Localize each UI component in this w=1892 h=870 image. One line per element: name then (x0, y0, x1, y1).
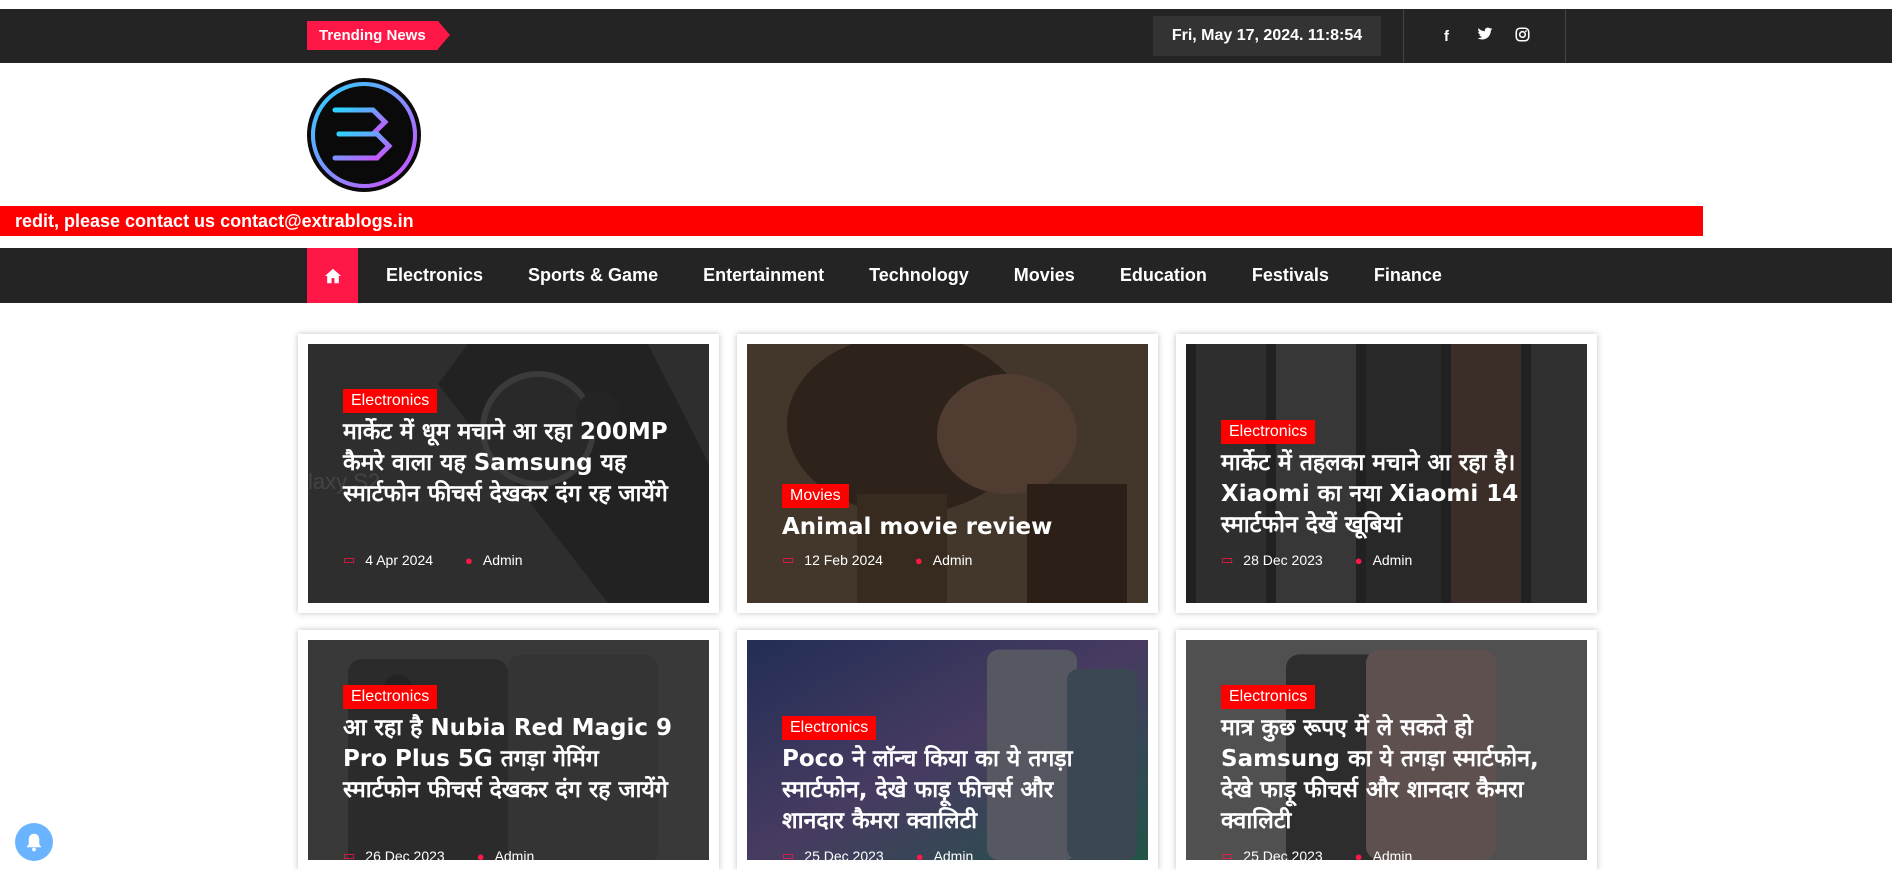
post-meta: ▭ 4 Apr 2024 ● Admin (343, 552, 523, 568)
post-thumbnail[interactable]: Electronics मात्र कुछ रूपए में ले सकते ह… (1186, 640, 1587, 860)
post-thumbnail[interactable]: laxy S2 Electronics मार्केट में धूम मचान… (308, 344, 709, 603)
calendar-icon: ▭ (343, 552, 356, 567)
post-meta: ▭ 26 Dec 2023 ● Admin (343, 848, 534, 860)
post-title[interactable]: मार्केट में तहलका मचाने आ रहा है। Xiaomi… (1221, 448, 1561, 541)
post-author[interactable]: Admin (495, 848, 535, 860)
post-meta: ▭ 12 Feb 2024 ● Admin (782, 552, 972, 568)
post-meta: ▭ 25 Dec 2023 ● Admin (1221, 848, 1412, 860)
calendar-icon: ▭ (1221, 848, 1234, 860)
post-meta: ▭ 25 Dec 2023 ● Admin (782, 848, 973, 860)
user-icon: ● (465, 552, 473, 568)
top-bar: Trending News Fri, May 17, 2024. 11:8:54… (0, 9, 1892, 63)
post-author[interactable]: Admin (483, 552, 523, 568)
post-author[interactable]: Admin (933, 552, 973, 568)
post-category-badge[interactable]: Electronics (1221, 420, 1316, 444)
post-title[interactable]: Poco ने लॉन्च किया का ये तगड़ा स्मार्टफो… (782, 744, 1122, 837)
post-date: 12 Feb 2024 (804, 552, 883, 568)
post-author[interactable]: Admin (1373, 848, 1413, 860)
nav-item-education[interactable]: Education (1120, 265, 1207, 286)
post-author[interactable]: Admin (1373, 552, 1413, 568)
post-category-badge[interactable]: Electronics (343, 389, 438, 413)
social-links: f (1403, 9, 1566, 63)
post-card[interactable]: laxy S2 Electronics मार्केट में धूम मचान… (298, 334, 719, 613)
announcement-marquee: redit, please contact us contact@extrabl… (0, 206, 1703, 236)
main-navigation: Electronics Sports & Game Entertainment … (0, 248, 1892, 303)
post-title[interactable]: Animal movie review (782, 512, 1122, 543)
facebook-icon[interactable]: f (1438, 28, 1456, 45)
nav-item-sports-game[interactable]: Sports & Game (528, 265, 658, 286)
post-thumbnail[interactable]: Electronics मार्केट में तहलका मचाने आ रह… (1186, 344, 1587, 603)
calendar-icon: ▭ (782, 848, 795, 860)
calendar-icon: ▭ (782, 552, 795, 567)
post-date: 26 Dec 2023 (365, 848, 445, 860)
nav-item-finance[interactable]: Finance (1374, 265, 1442, 286)
post-title[interactable]: मार्केट में धूम मचाने आ रहा 200MP कैमरे … (343, 417, 683, 510)
user-icon: ● (1354, 552, 1363, 568)
post-thumbnail[interactable]: Electronics आ रहा है Nubia Red Magic 9 P… (308, 640, 709, 860)
home-icon[interactable] (307, 248, 358, 303)
site-logo[interactable] (307, 78, 421, 192)
post-category-badge[interactable]: Movies (782, 484, 849, 508)
post-date: 4 Apr 2024 (365, 552, 434, 568)
instagram-icon[interactable] (1514, 26, 1532, 46)
post-title[interactable]: मात्र कुछ रूपए में ले सकते हो Samsung का… (1221, 713, 1561, 837)
post-thumbnail[interactable]: Movies Animal movie review ▭ 12 Feb 2024… (747, 344, 1148, 603)
calendar-icon: ▭ (1221, 552, 1234, 567)
nav-item-festivals[interactable]: Festivals (1252, 265, 1329, 286)
nav-item-technology[interactable]: Technology (869, 265, 969, 286)
current-datetime: Fri, May 17, 2024. 11:8:54 (1153, 16, 1381, 56)
user-icon: ● (476, 848, 485, 861)
post-category-badge[interactable]: Electronics (782, 716, 877, 740)
twitter-icon[interactable] (1476, 27, 1494, 45)
post-meta: ▭ 28 Dec 2023 ● Admin (1221, 552, 1412, 568)
post-card[interactable]: Electronics आ रहा है Nubia Red Magic 9 P… (298, 630, 719, 870)
post-card[interactable]: Movies Animal movie review ▭ 12 Feb 2024… (737, 334, 1158, 613)
user-icon: ● (1354, 848, 1363, 861)
nav-item-entertainment[interactable]: Entertainment (703, 265, 824, 286)
post-title[interactable]: आ रहा है Nubia Red Magic 9 Pro Plus 5G त… (343, 713, 683, 806)
nav-item-electronics[interactable]: Electronics (386, 265, 483, 286)
post-date: 25 Dec 2023 (1243, 848, 1323, 860)
user-icon: ● (914, 552, 923, 568)
user-icon: ● (915, 848, 924, 861)
trending-news-label[interactable]: Trending News (307, 21, 450, 50)
notification-bell-icon[interactable] (15, 823, 53, 861)
post-thumbnail[interactable]: Electronics Poco ने लॉन्च किया का ये तगड… (747, 640, 1148, 860)
post-category-badge[interactable]: Electronics (1221, 685, 1316, 709)
post-card[interactable]: Electronics मात्र कुछ रूपए में ले सकते ह… (1176, 630, 1597, 870)
post-date: 28 Dec 2023 (1243, 552, 1323, 568)
post-card[interactable]: Electronics Poco ने लॉन्च किया का ये तगड… (737, 630, 1158, 870)
post-author[interactable]: Admin (934, 848, 974, 860)
nav-item-movies[interactable]: Movies (1014, 265, 1075, 286)
post-category-badge[interactable]: Electronics (343, 685, 438, 709)
calendar-icon: ▭ (343, 848, 356, 860)
post-date: 25 Dec 2023 (804, 848, 884, 860)
post-card[interactable]: Electronics मार्केट में तहलका मचाने आ रह… (1176, 334, 1597, 613)
